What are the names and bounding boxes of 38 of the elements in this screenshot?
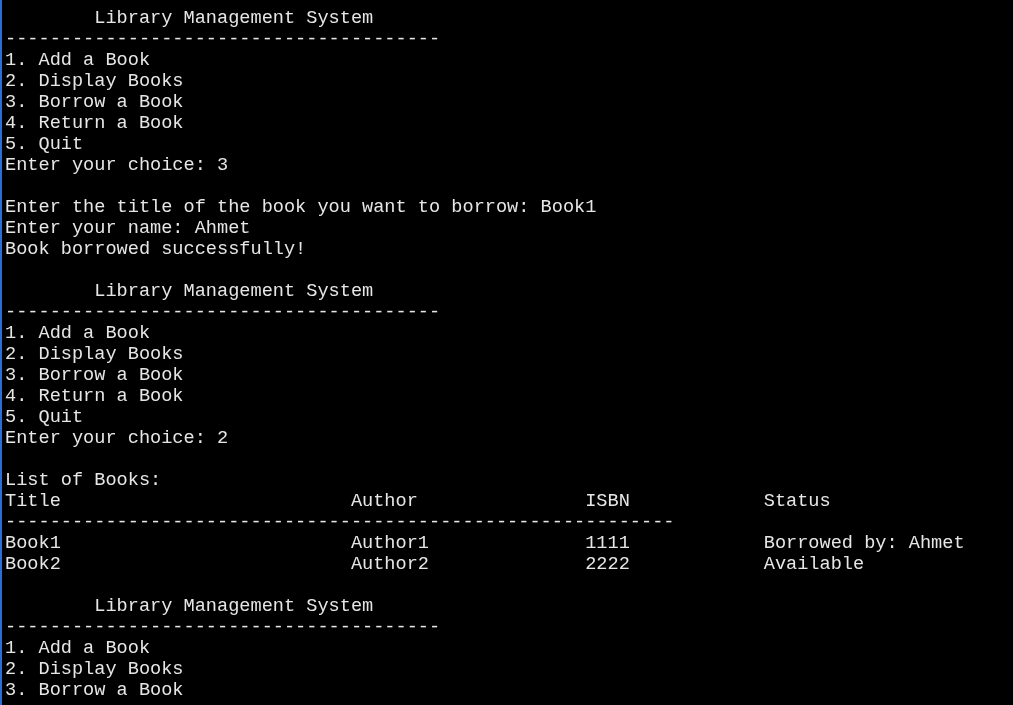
menu-option: 2. Display Books	[5, 71, 184, 92]
menu-option: 3. Borrow a Book	[5, 680, 184, 701]
dashes-text: ------------------------------------------------------------	[5, 512, 675, 533]
table-cell: Book2	[5, 554, 61, 575]
dashes-text: ---------------------------------------	[5, 302, 441, 323]
table-cell: Book1	[5, 533, 61, 554]
table-cell: 1111	[585, 533, 630, 554]
dashes-text: ---------------------------------------	[5, 29, 441, 50]
menu-option: 1. Add a Book	[5, 323, 151, 344]
menu-title: Library Management System	[93, 8, 374, 29]
output-text: Book borrowed successfully!	[5, 239, 307, 260]
prompt-text: Enter your name: Ahmet	[5, 218, 251, 239]
menu-option: 2. Display Books	[5, 659, 184, 680]
table-cell: 2222	[585, 554, 630, 575]
menu-title: Library Management System	[93, 596, 374, 617]
menu-option: 1. Add a Book	[5, 50, 151, 71]
prompt-text: Enter your choice: 3	[5, 155, 229, 176]
menu-title: Library Management System	[93, 281, 374, 302]
table-cell: Author2	[350, 554, 429, 575]
menu-option: 3. Borrow a Book	[5, 92, 184, 113]
column-header: ISBN	[585, 491, 630, 512]
prompt-text: Enter your choice: 2	[5, 428, 229, 449]
menu-option: 4. Return a Book	[5, 386, 184, 407]
prompt-text: Enter the title of the book you want to borrow: Book1	[5, 197, 597, 218]
table-cell: Available	[763, 554, 865, 575]
column-header: Title	[5, 491, 61, 512]
menu-option: 1. Add a Book	[5, 638, 151, 659]
menu-option: 2. Display Books	[5, 344, 184, 365]
menu-option: 5. Quit	[5, 134, 84, 155]
menu-option: 5. Quit	[5, 407, 84, 428]
column-header: Author	[350, 491, 418, 512]
menu-option: 4. Return a Book	[5, 113, 184, 134]
table-cell: Author1	[350, 533, 429, 554]
table-cell: Borrowed by: Ahmet	[763, 533, 965, 554]
menu-option: 3. Borrow a Book	[5, 365, 184, 386]
output-text: List of Books:	[5, 470, 162, 491]
column-header: Status	[763, 491, 831, 512]
dashes-text: ---------------------------------------	[5, 617, 441, 638]
